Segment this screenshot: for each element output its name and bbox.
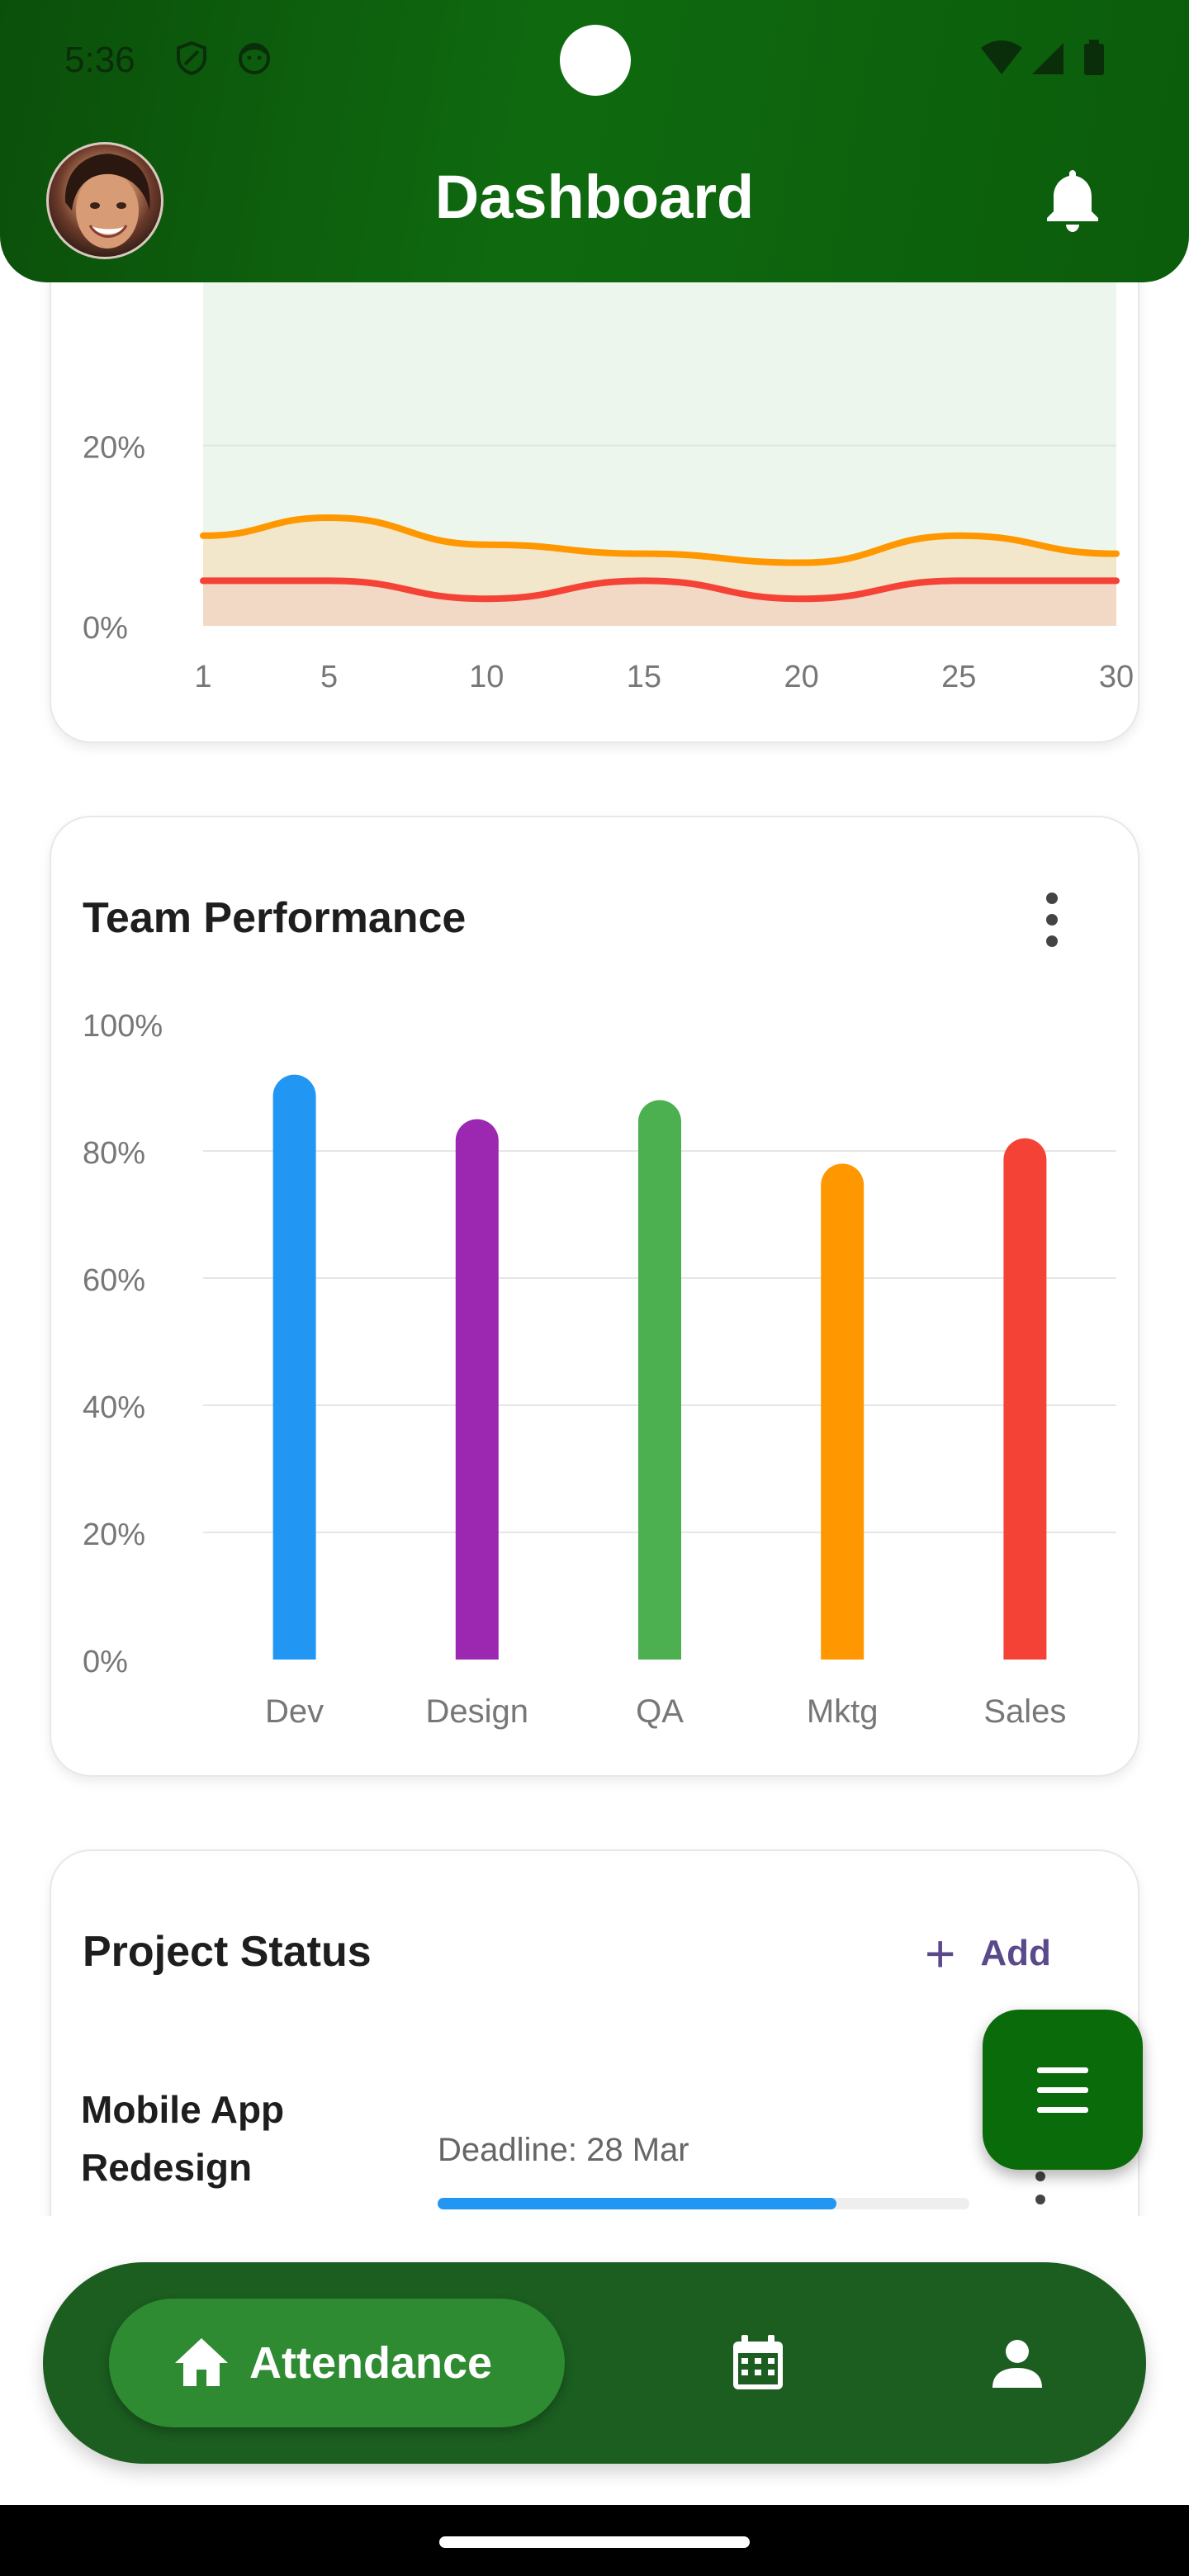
project-name: Mobile App Redesign	[81, 2088, 285, 2189]
status-bar: 5:36	[0, 0, 1189, 124]
calendar-icon[interactable]	[728, 2333, 788, 2393]
camera-cutout	[560, 25, 631, 96]
bar-dev	[272, 1074, 316, 1660]
home-gesture-pill[interactable]	[439, 2536, 750, 2548]
y-tick-label: 0%	[83, 1645, 128, 1679]
x-tick-label: 25	[941, 660, 976, 694]
battery-icon	[1084, 40, 1104, 75]
page-title: Dashboard	[434, 163, 755, 231]
shield-icon	[177, 40, 206, 76]
team-performance-chart: 0% 20% 40% 60% 80% 100% Dev Design QA Mktg Sales	[83, 1009, 1116, 1730]
menu-icon	[1037, 2067, 1088, 2113]
add-label: Add	[980, 1933, 1051, 1973]
status-time: 5:36	[64, 40, 135, 80]
x-tick-label: Design	[426, 1693, 529, 1730]
bar-design	[455, 1119, 499, 1660]
notification-bell-icon[interactable]	[1042, 165, 1103, 234]
x-tick-label: 5	[320, 660, 338, 694]
add-project-button[interactable]: + Add	[925, 1924, 1051, 1983]
x-tick-label: 30	[1099, 660, 1134, 694]
app-header: 5:36 Dashboard	[0, 0, 1189, 282]
y-tick-label: 80%	[83, 1136, 145, 1171]
x-tick-label: 10	[469, 660, 504, 694]
menu-fab[interactable]	[983, 2010, 1143, 2170]
wifi-icon	[981, 40, 1022, 74]
face-icon	[239, 43, 270, 74]
x-tick-label: 1	[194, 660, 211, 694]
nav-attendance-label: Attendance	[249, 2338, 493, 2388]
y-tick-label: 20%	[83, 431, 145, 466]
y-tick-label: 100%	[83, 1009, 163, 1044]
system-gesture-bar	[0, 2505, 1189, 2576]
bar-mktg	[821, 1163, 865, 1660]
nav-item-attendance[interactable]: Attendance	[109, 2299, 565, 2427]
plus-icon: +	[925, 1924, 956, 1983]
bottom-navigation: Attendance	[43, 2262, 1146, 2464]
series-area	[203, 580, 1116, 626]
y-tick-label: 40%	[83, 1390, 145, 1425]
home-icon	[175, 2338, 228, 2386]
dashboard-screen: 0%20%40%151015202530 Team Performance 0%…	[0, 0, 1189, 2576]
x-tick-label: Dev	[265, 1693, 324, 1730]
x-tick-label: Mktg	[807, 1693, 879, 1730]
project-more-icon[interactable]	[1030, 2166, 1050, 2208]
person-icon[interactable]	[988, 2333, 1047, 2393]
project-progress-bar	[438, 2198, 969, 2209]
y-tick-label: 0%	[83, 611, 128, 646]
y-tick-label: 60%	[83, 1263, 145, 1298]
x-tick-label: QA	[636, 1693, 684, 1730]
x-tick-label: 15	[627, 660, 661, 694]
x-tick-label: 20	[784, 660, 818, 694]
signal-icon	[1032, 43, 1063, 74]
project-deadline: Deadline: 28 Mar	[438, 2132, 689, 2168]
bar-qa	[638, 1100, 681, 1660]
bar-sales	[1003, 1138, 1047, 1660]
project-progress-fill	[438, 2198, 836, 2209]
y-tick-label: 20%	[83, 1518, 145, 1552]
project-status-title: Project Status	[83, 1928, 372, 1976]
x-tick-label: Sales	[983, 1693, 1066, 1730]
team-performance-card: Team Performance 0% 20% 40% 60% 80% 100% Dev De…	[50, 816, 1139, 1777]
